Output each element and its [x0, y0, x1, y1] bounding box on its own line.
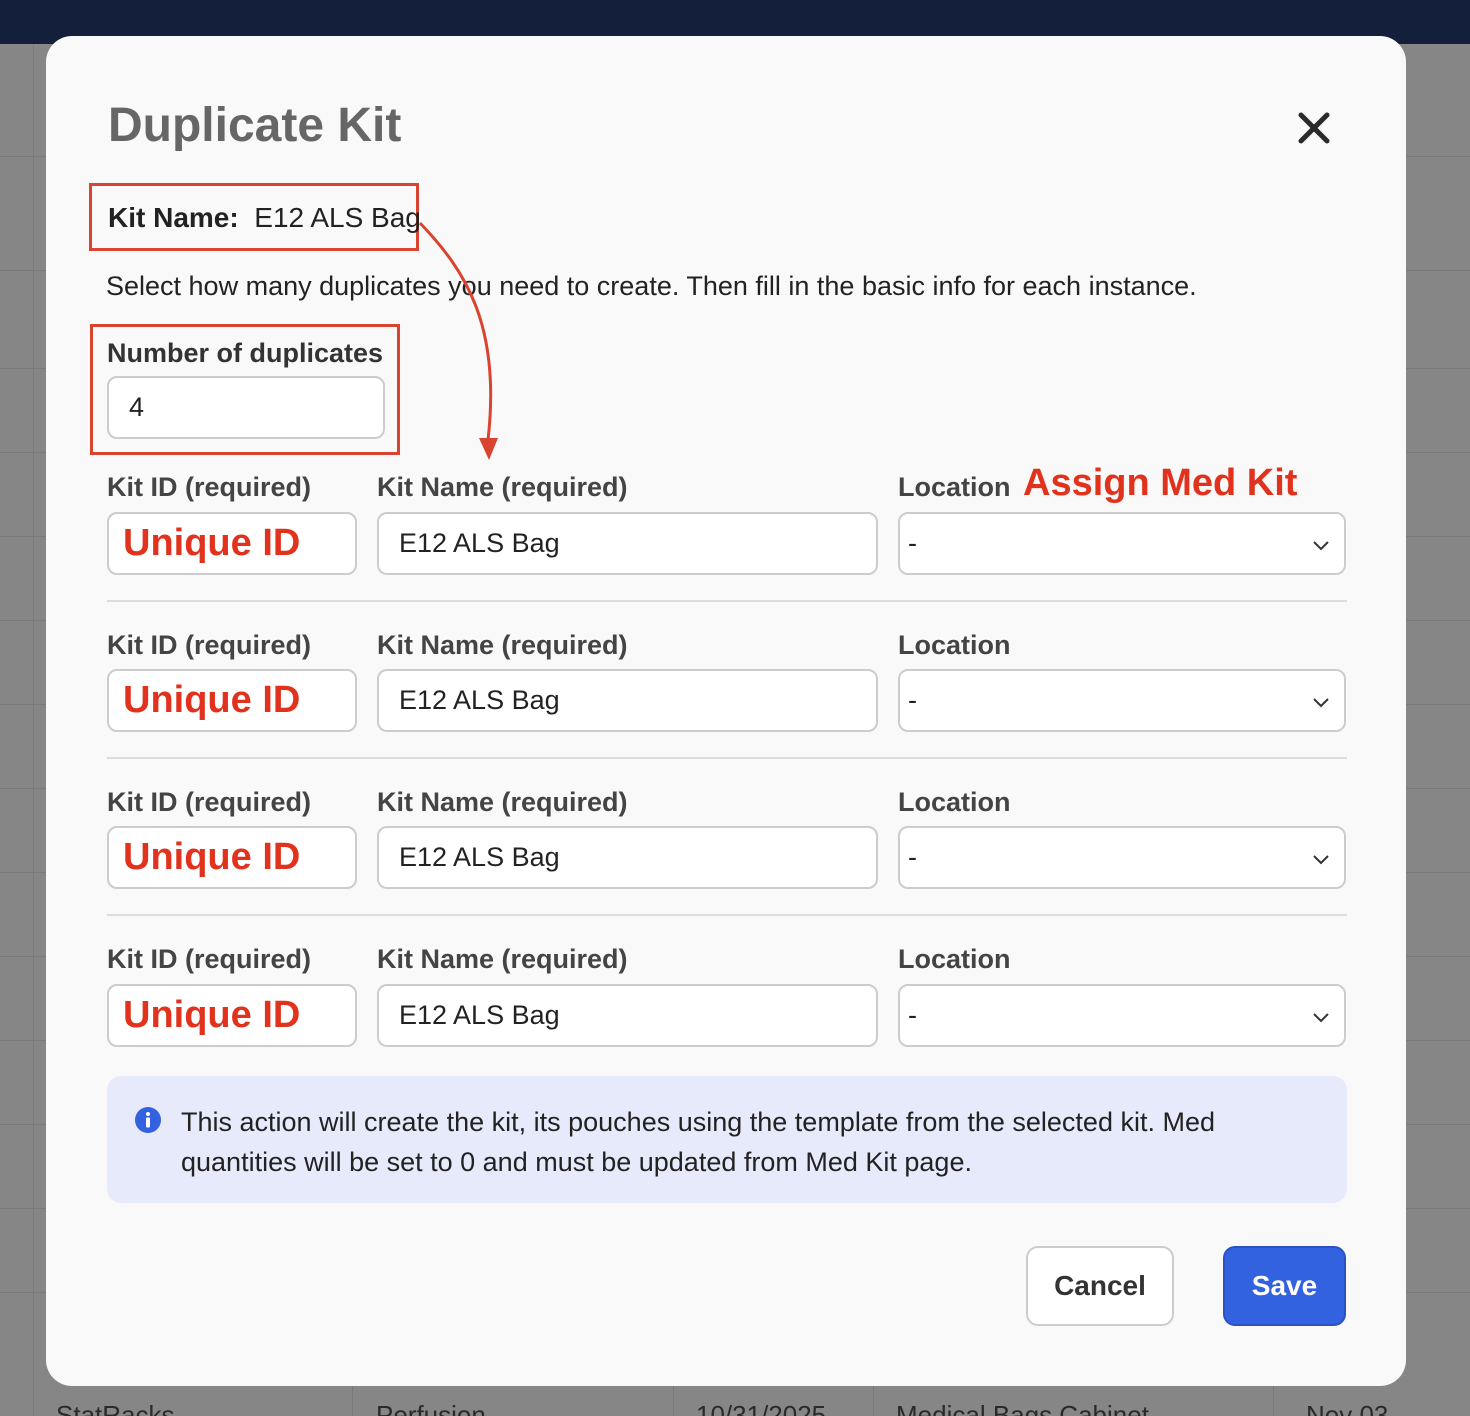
background-cell: Perfusion [376, 1400, 486, 1416]
kit-id-input[interactable] [107, 984, 357, 1047]
background-cell: StatRacks [56, 1400, 175, 1416]
location-label: Location [898, 472, 1011, 502]
row-divider [107, 914, 1347, 916]
instructions-text: Select how many duplicates you need to c… [106, 271, 1197, 301]
kit-name-field-label: Kit Name (required) [377, 630, 628, 660]
row-divider [107, 757, 1347, 759]
background-cell: 10/31/2025 [696, 1400, 827, 1416]
background-column-divider [673, 1386, 674, 1416]
background-column-divider [352, 1386, 353, 1416]
chevron-down-icon [1313, 541, 1329, 551]
location-select[interactable]: - [898, 826, 1346, 889]
background-column-divider [873, 1386, 874, 1416]
kit-id-input[interactable] [107, 669, 357, 732]
kit-name-field-label: Kit Name (required) [377, 787, 628, 817]
kit-id-input[interactable] [107, 826, 357, 889]
modal-title: Duplicate Kit [108, 99, 402, 152]
kit-name-label: Kit Name: [108, 202, 239, 233]
kit-name-field-label: Kit Name (required) [377, 472, 628, 502]
kit-name-input[interactable] [377, 669, 878, 732]
location-select[interactable]: - [898, 512, 1346, 575]
kit-id-label: Kit ID (required) [107, 472, 312, 502]
kit-id-label: Kit ID (required) [107, 944, 312, 974]
duplicates-input[interactable] [107, 376, 385, 439]
kit-name-input[interactable] [377, 512, 878, 575]
location-label: Location [898, 944, 1011, 974]
location-selected-value: - [908, 1000, 917, 1030]
cancel-button[interactable]: Cancel [1026, 1246, 1174, 1326]
save-button[interactable]: Save [1223, 1246, 1346, 1326]
kit-id-input[interactable] [107, 512, 357, 575]
kit-name-field-label: Kit Name (required) [377, 944, 628, 974]
location-selected-value: - [908, 528, 917, 558]
kit-name-value: E12 ALS Bag [254, 202, 421, 233]
background-column-divider [33, 44, 34, 1416]
kit-id-label: Kit ID (required) [107, 787, 312, 817]
chevron-down-icon [1313, 698, 1329, 708]
background-cell: Nov 03 [1306, 1400, 1389, 1416]
kit-name-input[interactable] [377, 984, 878, 1047]
assign-med-kit-annotation: Assign Med Kit [1023, 462, 1298, 504]
location-selected-value: - [908, 685, 917, 715]
info-icon [135, 1107, 161, 1133]
location-label: Location [898, 787, 1011, 817]
duplicates-label: Number of duplicates [107, 338, 384, 368]
kit-name-input[interactable] [377, 826, 878, 889]
location-selected-value: - [908, 842, 917, 872]
location-label: Location [898, 630, 1011, 660]
kit-id-label: Kit ID (required) [107, 630, 312, 660]
row-divider [107, 600, 1347, 602]
location-select[interactable]: - [898, 669, 1346, 732]
info-notice: This action will create the kit, its pou… [107, 1076, 1347, 1203]
chevron-down-icon [1313, 1013, 1329, 1023]
chevron-down-icon [1313, 855, 1329, 865]
info-text: This action will create the kit, its pou… [181, 1107, 1215, 1177]
kit-name-summary: Kit Name: E12 ALS Bag [108, 202, 421, 234]
background-cell: Medical Bags Cabinet [896, 1400, 1149, 1416]
background-column-divider [1273, 1386, 1274, 1416]
close-icon [1298, 112, 1330, 144]
close-button[interactable] [1294, 108, 1334, 148]
location-select[interactable]: - [898, 984, 1346, 1047]
duplicate-kit-modal: Duplicate Kit Kit Name: E12 ALS Bag Sele… [46, 36, 1406, 1386]
